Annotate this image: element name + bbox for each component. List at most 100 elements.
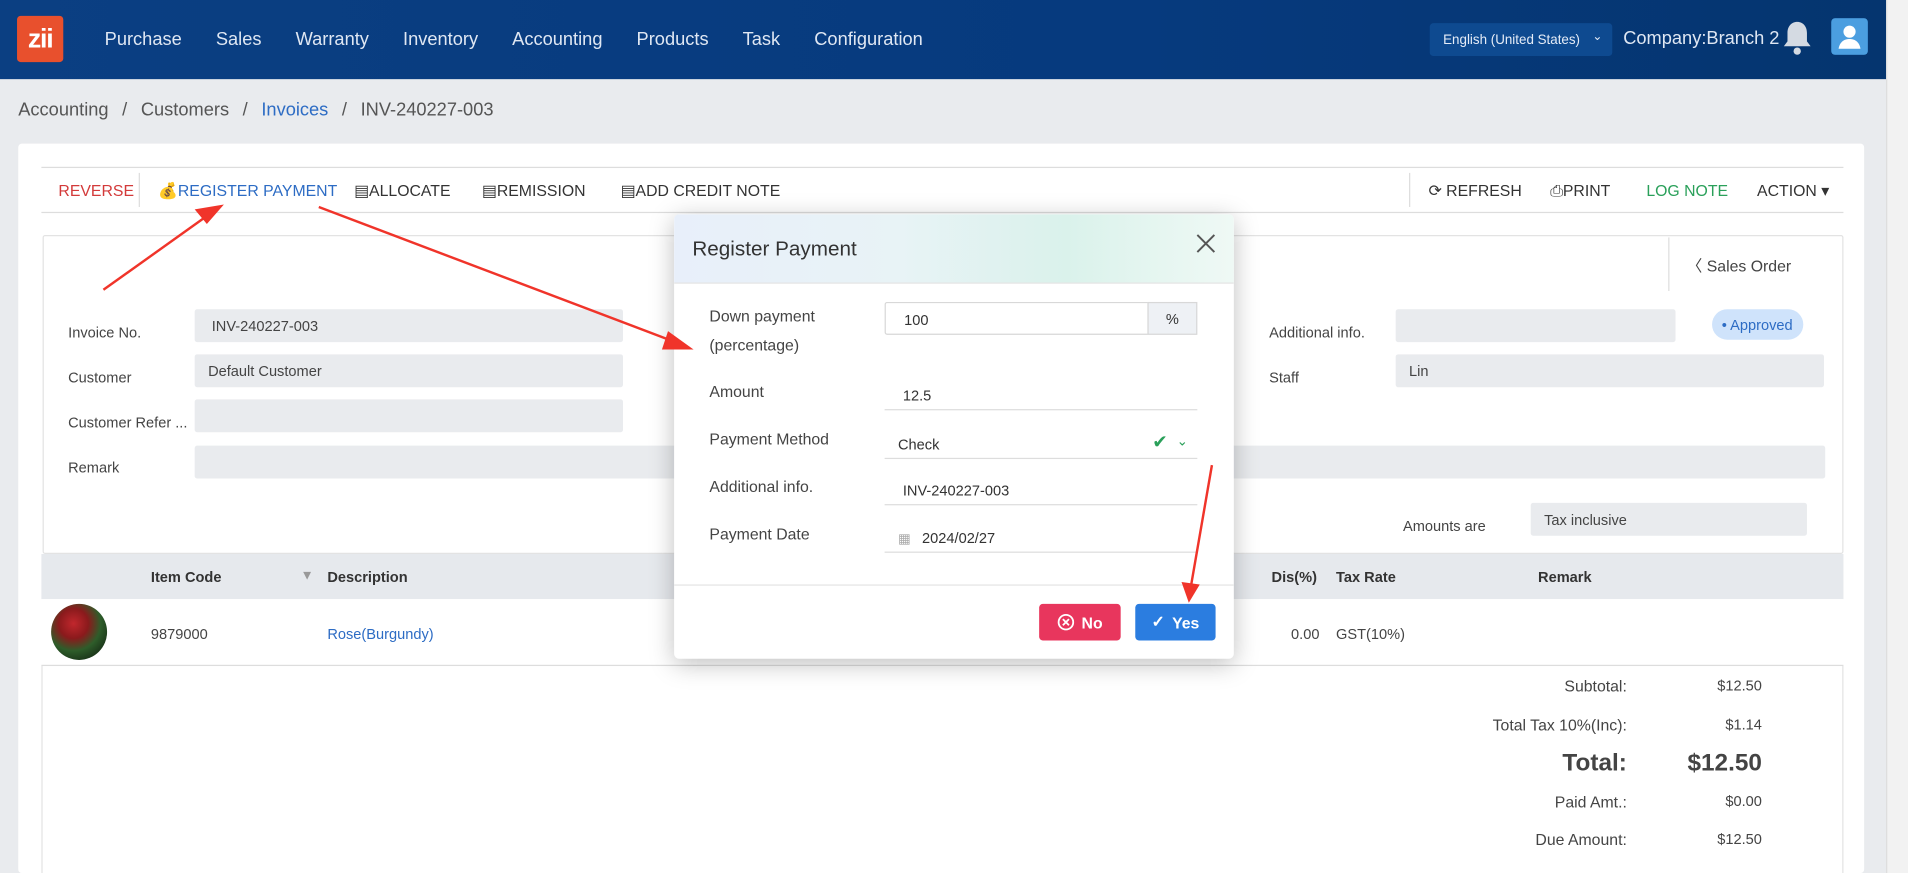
register-payment-button[interactable]: 💰REGISTER PAYMENT (158, 181, 337, 200)
language-value: English (United States) (1443, 32, 1581, 47)
card-icon: ▤ (354, 181, 370, 200)
nav-products[interactable]: Products (637, 29, 709, 50)
company-label[interactable]: Company:Branch 2 (1623, 28, 1779, 49)
check-icon: ✔ (1152, 432, 1168, 453)
product-image (51, 603, 108, 660)
payment-date-label: Payment Date (709, 524, 810, 544)
col-remark[interactable]: Remark (1538, 569, 1592, 586)
amounts-are-select[interactable]: Tax inclusive (1530, 502, 1807, 536)
col-tax-rate[interactable]: Tax Rate (1336, 569, 1396, 586)
sales-order-label: Sales Order (1706, 256, 1792, 276)
print-button[interactable]: ⎙PRINT (1550, 181, 1610, 200)
paid-value: $0.00 (1725, 792, 1762, 810)
due-label: Due Amount: (1535, 830, 1627, 849)
language-select[interactable]: English (United States) ⌄ (1429, 23, 1613, 57)
circle-x-icon (1057, 613, 1074, 631)
staff-select[interactable]: Lin (1395, 354, 1824, 388)
breadcrumb-invoices[interactable]: Invoices (261, 100, 328, 121)
nav-inventory[interactable]: Inventory (403, 29, 478, 50)
breadcrumb-separator: / (242, 99, 248, 121)
breadcrumb-separator: / (341, 99, 347, 121)
additional-info-field[interactable] (1395, 309, 1676, 343)
card-icon: ▤ (481, 181, 497, 200)
status-label: Approved (1730, 316, 1793, 334)
staff-label: Staff (1269, 368, 1299, 386)
remission-button[interactable]: ▤REMISSION (482, 181, 586, 200)
yes-label: Yes (1172, 613, 1200, 632)
nav-purchase[interactable]: Purchase (105, 29, 182, 50)
add-credit-note-button[interactable]: ▤ADD CREDIT NOTE (621, 181, 781, 200)
sales-order-link[interactable]: 〈 Sales Order (1668, 237, 1825, 292)
refresh-icon: ⟳ (1428, 181, 1447, 200)
customer-label: Customer (68, 368, 132, 386)
yes-button[interactable]: ✓ Yes (1135, 603, 1216, 641)
main-nav: Purchase Sales Warranty Inventory Accoun… (88, 0, 940, 79)
down-payment-label-line1: Down payment (709, 306, 815, 326)
remission-label: REMISSION (496, 181, 586, 200)
amounts-are-label: Amounts are (1402, 517, 1486, 535)
breadcrumb-accounting[interactable]: Accounting (18, 100, 108, 121)
total-label: Total: (1562, 750, 1627, 777)
nav-accounting[interactable]: Accounting (512, 29, 602, 50)
dialog-title: Register Payment (692, 237, 857, 261)
down-payment-label-line2: (percentage) (709, 336, 800, 355)
amount-field[interactable]: 12.5 (884, 377, 1198, 411)
allocate-button[interactable]: ▤ALLOCATE (354, 181, 450, 200)
invoice-toolbar: REVERSE 💰REGISTER PAYMENT ▤ALLOCATE ▤REM… (41, 166, 1844, 214)
no-label: No (1081, 613, 1103, 632)
nav-configuration[interactable]: Configuration (814, 29, 923, 50)
allocate-label: ALLOCATE (369, 181, 451, 200)
action-dropdown[interactable]: ACTION ▾ (1757, 181, 1829, 200)
app-logo[interactable]: zii (17, 15, 64, 63)
top-navbar: zii Purchase Sales Warranty Inventory Ac… (0, 0, 1887, 80)
dialog-header: Register Payment (674, 214, 1234, 284)
credit-note-icon: ▤ (620, 181, 636, 200)
amount-label: Amount (709, 382, 764, 401)
money-bag-icon: 💰 (158, 181, 178, 200)
remark-label: Remark (68, 459, 120, 477)
breadcrumb-current: INV-240227-003 (360, 99, 494, 121)
no-button[interactable]: No (1039, 603, 1121, 641)
additional-info-modal-label: Additional info. (709, 477, 814, 496)
refresh-button[interactable]: ⟳ REFRESH (1429, 181, 1522, 200)
check-icon: ✓ (1151, 612, 1165, 631)
caret-down-icon: ▾ (1816, 181, 1830, 200)
printer-icon: ⎙ (1550, 181, 1563, 200)
chevron-down-icon: ⌄ (1592, 30, 1603, 44)
col-description[interactable]: Description (327, 569, 407, 586)
close-icon[interactable] (1194, 231, 1218, 255)
user-avatar-icon[interactable] (1831, 18, 1868, 55)
breadcrumb-separator: / (122, 99, 128, 121)
total-value: $12.50 (1687, 750, 1762, 777)
down-payment-input[interactable]: 100 (884, 301, 1149, 335)
nav-sales[interactable]: Sales (216, 29, 262, 50)
down-payment-label: Down payment (percentage) (709, 302, 815, 360)
nav-task[interactable]: Task (743, 29, 781, 50)
invoice-no-label: Invoice No. (68, 323, 142, 341)
reverse-button[interactable]: REVERSE (58, 181, 134, 199)
col-item-code[interactable]: Item Code (151, 569, 222, 586)
dot-icon: • (1721, 316, 1731, 334)
refresh-label: REFRESH (1446, 181, 1522, 200)
bell-icon[interactable] (1780, 19, 1814, 56)
paid-label: Paid Amt.: (1554, 792, 1627, 811)
cell-item-code: 9879000 (150, 625, 208, 643)
payment-method-select[interactable]: Check ✔ ⌄ (884, 426, 1198, 460)
customer-ref-field[interactable] (194, 399, 624, 433)
log-note-button[interactable]: LOG NOTE (1646, 181, 1728, 199)
add-credit-note-label: ADD CREDIT NOTE (635, 181, 781, 200)
nav-warranty[interactable]: Warranty (296, 29, 369, 50)
breadcrumb-customers[interactable]: Customers (141, 100, 229, 121)
tax-label: Total Tax 10%(Inc): (1492, 715, 1627, 735)
customer-select[interactable]: Default Customer (194, 354, 624, 388)
cell-description[interactable]: Rose(Burgundy) (327, 626, 433, 643)
filter-icon[interactable]: ▼ (301, 569, 314, 584)
register-payment-dialog: Register Payment Down payment (percentage… (674, 214, 1234, 659)
col-dis[interactable]: Dis(%) (1272, 569, 1317, 586)
payment-date-field[interactable]: ▦ 2024/02/27 (884, 520, 1198, 553)
payment-method-label: Payment Method (709, 429, 829, 449)
invoice-no-field[interactable]: INV-240227-003 (194, 309, 624, 343)
additional-info-modal-field[interactable]: INV-240227-003 (884, 472, 1198, 506)
additional-info-label: Additional info. (1269, 323, 1365, 341)
page-scrollbar[interactable] (1886, 0, 1908, 873)
